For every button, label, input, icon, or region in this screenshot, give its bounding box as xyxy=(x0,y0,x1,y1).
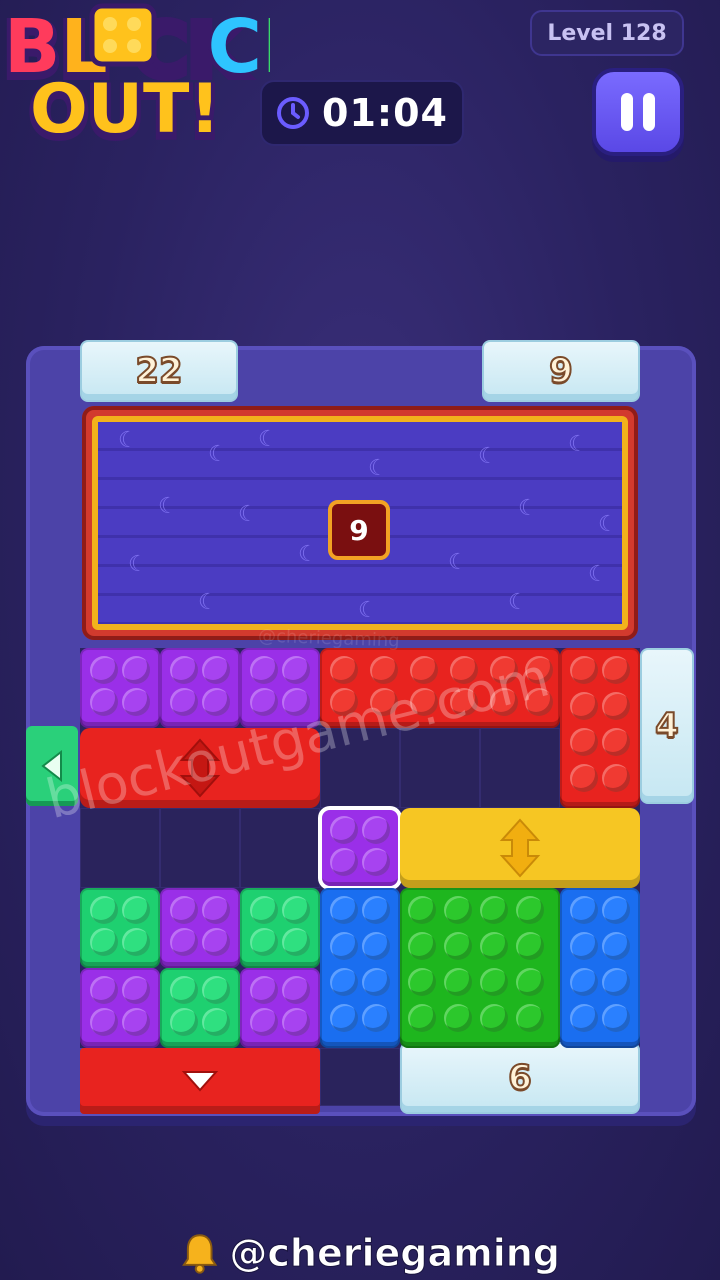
timer-value: 01:04 xyxy=(322,91,448,135)
pause-icon xyxy=(621,93,633,131)
logo-lego-brick xyxy=(89,3,157,67)
purple-block-selected[interactable] xyxy=(318,806,402,890)
yellow-slider-block[interactable] xyxy=(400,808,640,888)
green-block[interactable] xyxy=(240,888,320,968)
moon-icon: ☾ xyxy=(158,494,178,519)
gate-count: 22 xyxy=(134,350,183,392)
moon-icon: ☾ xyxy=(568,432,588,457)
logo-art: BL CK BLCK OUT! OUT! xyxy=(0,3,270,157)
moon-icon: ☾ xyxy=(478,444,498,469)
moon-icon: ☾ xyxy=(118,428,138,453)
level-indicator: Level 128 xyxy=(530,10,684,56)
empty-cell xyxy=(480,728,560,808)
moon-icon: ☾ xyxy=(128,552,148,577)
purple-block[interactable] xyxy=(160,888,240,968)
gate-count: 9 xyxy=(548,350,574,392)
arrow-down-icon xyxy=(181,1071,219,1092)
bell-icon xyxy=(182,1234,218,1274)
purple-block[interactable] xyxy=(80,968,160,1048)
pause-button[interactable] xyxy=(592,68,684,156)
logo-text-2: OUT! xyxy=(30,70,220,149)
moon-icon: ☾ xyxy=(298,542,318,567)
purple-block[interactable] xyxy=(80,648,160,728)
gate-count: 6 xyxy=(507,1057,533,1099)
creator-handle: @cheriegaming xyxy=(180,1228,560,1278)
red-block-vertical[interactable] xyxy=(560,648,640,808)
ice-gate-top-right: 9 xyxy=(482,340,640,402)
blue-block-vertical[interactable] xyxy=(560,888,640,1048)
vertical-arrows-icon xyxy=(499,818,541,878)
moon-icon: ☾ xyxy=(238,502,258,527)
moon-icon: ☾ xyxy=(258,427,278,452)
purple-block[interactable] xyxy=(240,968,320,1048)
empty-cell xyxy=(320,1048,400,1106)
clock-icon xyxy=(277,97,310,129)
moon-icon: ☾ xyxy=(518,496,538,521)
moon-icon: ☾ xyxy=(448,550,468,575)
ice-gate-right: 4 xyxy=(640,648,694,804)
moon-icon: ☾ xyxy=(198,590,218,615)
pause-icon-bar xyxy=(643,93,655,131)
empty-cell xyxy=(240,808,320,888)
handle-text: @cheriegaming xyxy=(229,1231,561,1276)
ice-gate-bottom: 6 xyxy=(400,1042,640,1114)
game-logo: BL CK BLCK OUT! OUT! xyxy=(0,0,270,160)
exit-gate-bottom xyxy=(80,1048,320,1114)
moon-icon: ☾ xyxy=(208,442,228,467)
counter-value: 9 xyxy=(349,513,369,547)
moon-icon: ☾ xyxy=(368,456,388,481)
green-block[interactable] xyxy=(160,968,240,1048)
level-label: Level 128 xyxy=(547,20,667,46)
timer: 01:04 xyxy=(260,80,464,146)
gate-count: 4 xyxy=(654,705,680,747)
purple-block[interactable] xyxy=(160,648,240,728)
empty-cell xyxy=(160,808,240,888)
green-block-large[interactable] xyxy=(400,888,560,1048)
ice-gate-top-left: 22 xyxy=(80,340,238,402)
moon-icon: ☾ xyxy=(508,590,528,615)
moon-icon: ☾ xyxy=(358,598,378,623)
locked-block-counter: 9 xyxy=(328,500,390,560)
moon-icon: ☾ xyxy=(588,562,608,587)
blue-block-vertical[interactable] xyxy=(320,888,400,1048)
green-block[interactable] xyxy=(80,888,160,968)
locked-block[interactable]: ☾ ☾ ☾ ☾ ☾ ☾ ☾ ☾ ☾ ☾ ☾ ☾ ☾ ☾ ☾ ☾ ☾ 9 xyxy=(82,406,638,640)
moon-icon: ☾ xyxy=(598,512,618,537)
